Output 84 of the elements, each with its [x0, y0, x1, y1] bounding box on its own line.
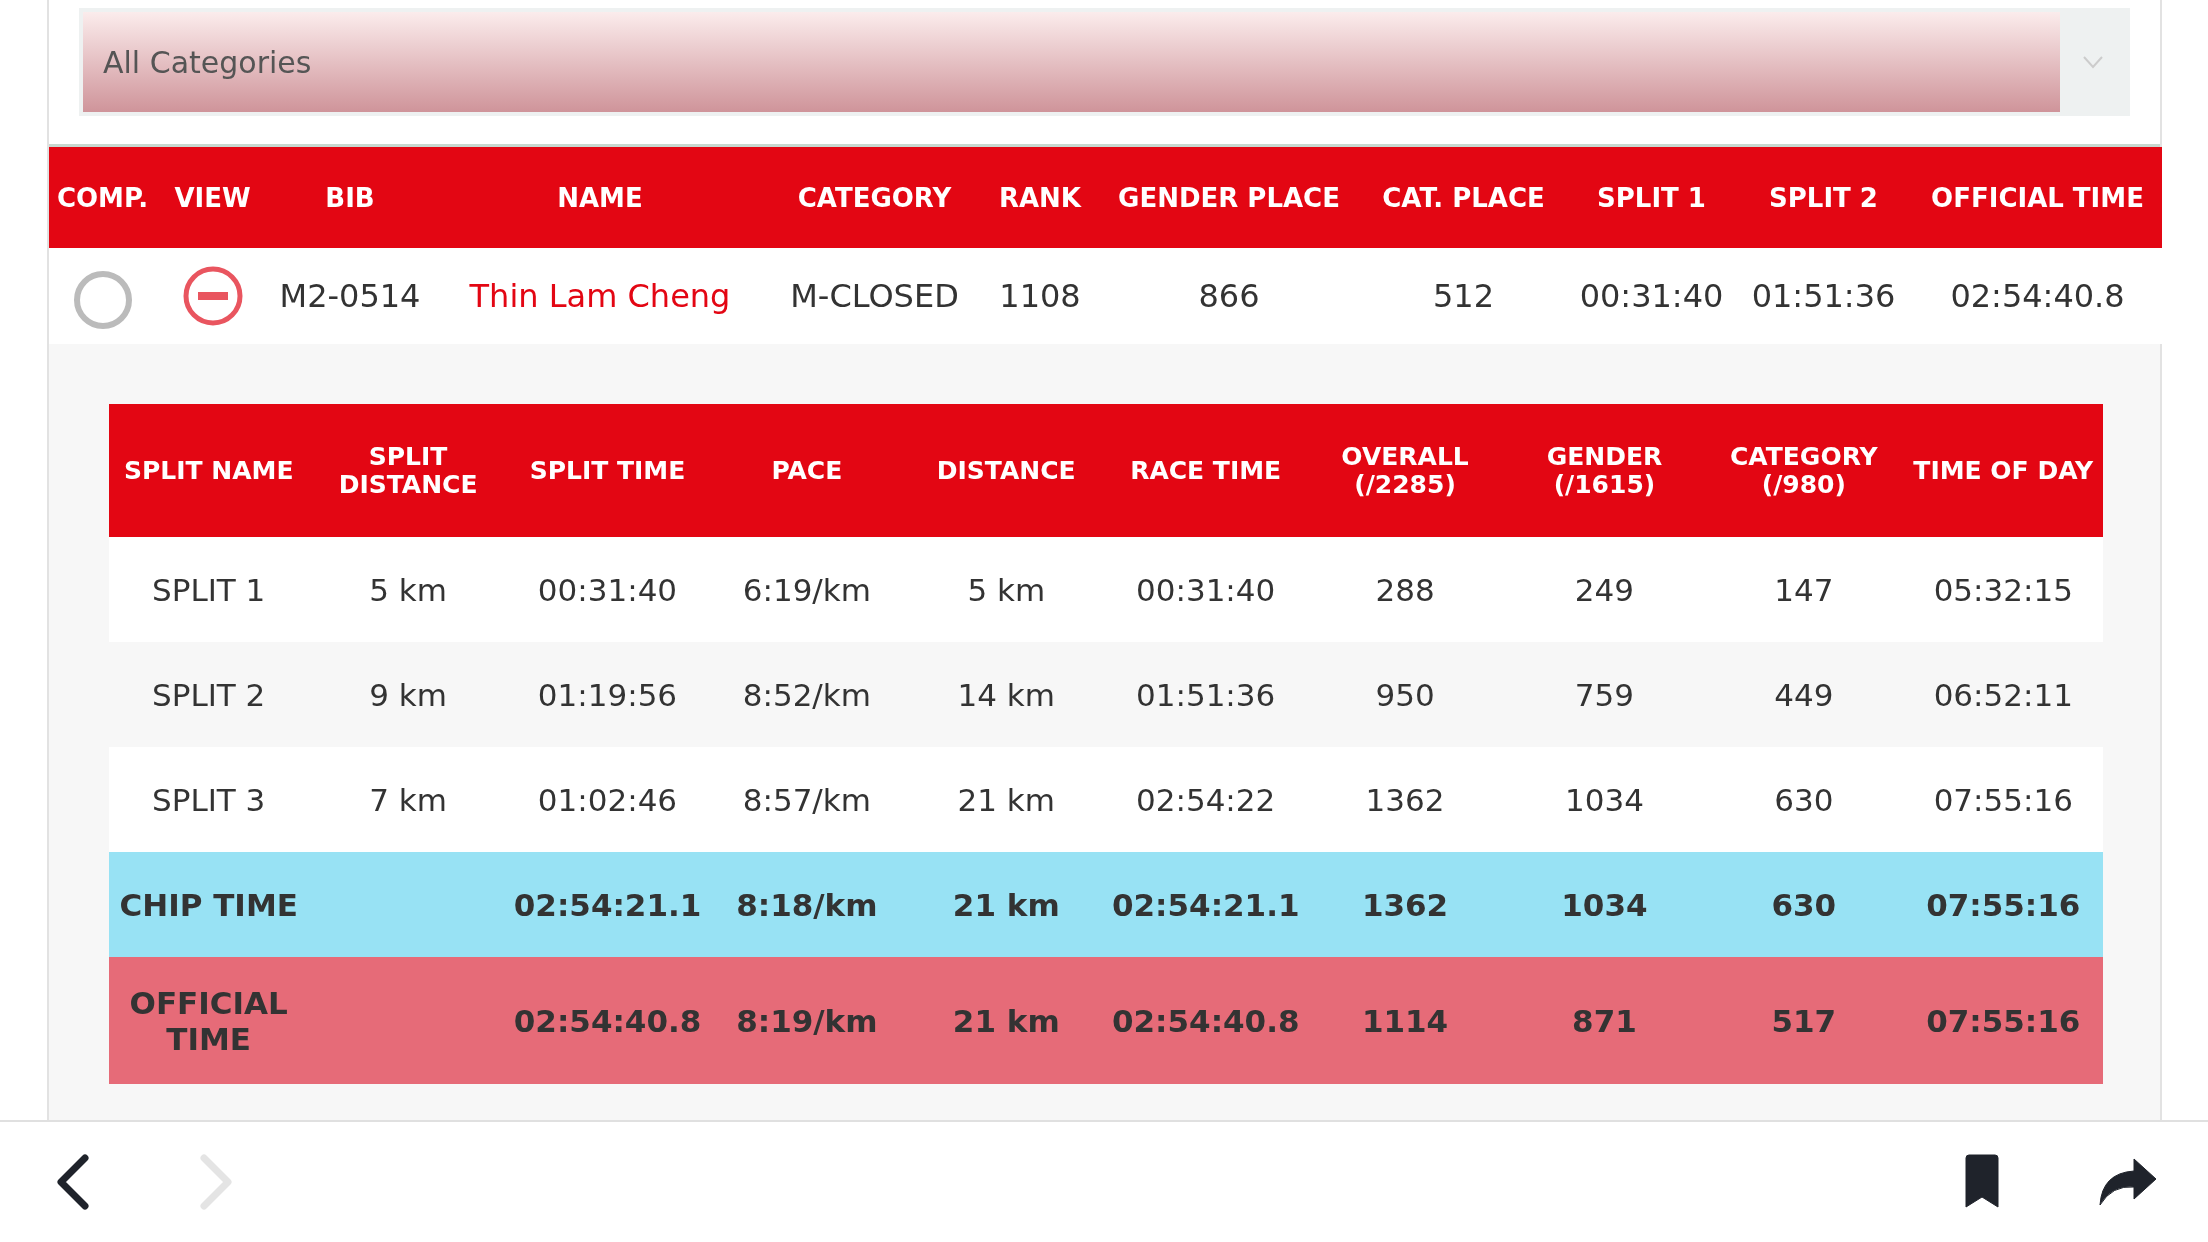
table-cell: 01:19:56 — [537, 676, 678, 713]
column-header: OVERALL (/2285) — [1305, 404, 1505, 537]
column-header: SPLIT TIME — [507, 404, 708, 537]
table-cell: 00:31:40 — [1569, 248, 1734, 344]
column-header: TIME OF DAY — [1903, 404, 2103, 537]
table-cell: 147 — [1774, 571, 1834, 608]
table-cell: 02:54:40.8 — [1913, 248, 2162, 344]
table-cell: 01:02:46 — [537, 781, 678, 818]
table-cell: 249 — [1574, 571, 1634, 608]
table-cell: 14 km — [957, 676, 1055, 713]
table-cell: 07:55:16 — [1926, 886, 2081, 923]
column-header: CATEGORY — [769, 147, 980, 248]
table-cell: 02:54:21.1 — [513, 886, 702, 923]
column-header: VIEW — [156, 147, 269, 248]
table-cell: CHIP TIME — [119, 886, 298, 923]
table-cell: 5 km — [967, 571, 1046, 608]
table-cell: 9 km — [369, 676, 447, 713]
table-cell: 1114 — [1361, 1002, 1449, 1039]
table-cell: 21 km — [957, 781, 1055, 818]
table-cell: 5 km — [369, 571, 447, 608]
table-cell: 950 — [1375, 676, 1435, 713]
column-header: SPLIT 2 — [1734, 147, 1913, 248]
table-cell: 01:51:36 — [1136, 676, 1276, 713]
column-header: NAME — [431, 147, 769, 248]
table-cell: 512 — [1358, 248, 1569, 344]
share-icon[interactable] — [2098, 1157, 2158, 1207]
table-cell: SPLIT 2 — [152, 676, 266, 713]
table-cell: 02:54:22 — [1136, 781, 1276, 818]
column-header: CATEGORY (/980) — [1704, 404, 1904, 537]
table-cell: 05:32:15 — [1933, 571, 2073, 608]
table-cell: M-CLOSED — [769, 248, 980, 344]
table-cell: 02:54:40.8 — [1111, 1002, 1300, 1039]
table-cell: 1108 — [980, 248, 1100, 344]
column-header: GENDER PLACE — [1100, 147, 1358, 248]
table-cell: 449 — [1774, 676, 1834, 713]
table-cell: 8:52/km — [742, 676, 871, 713]
column-header: PACE — [707, 404, 907, 537]
column-header: SPLIT 1 — [1569, 147, 1734, 248]
table-cell: 6:19/km — [742, 571, 871, 608]
table-cell: 630 — [1774, 781, 1834, 818]
table-cell: SPLIT 3 — [152, 781, 266, 818]
table-cell: 7 km — [369, 781, 447, 818]
compare-radio[interactable] — [72, 270, 133, 330]
collapse-icon[interactable] — [181, 265, 244, 327]
table-cell: 759 — [1574, 676, 1634, 713]
table-cell: 630 — [1771, 886, 1837, 923]
table-cell: 21 km — [952, 1002, 1060, 1039]
category-select[interactable]: All Categories — [79, 8, 2130, 116]
table-cell: 07:55:16 — [1926, 1002, 2081, 1039]
column-header: DISTANCE — [906, 404, 1106, 537]
table-cell: 517 — [1771, 1002, 1837, 1039]
table-cell: 1034 — [1564, 781, 1644, 818]
table-cell: 1362 — [1361, 886, 1449, 923]
table-cell: 1034 — [1561, 886, 1648, 923]
table-cell: 02:54:40.8 — [513, 1002, 702, 1039]
column-header: SPLIT DISTANCE — [308, 404, 508, 537]
table-cell: OFFICIAL TIME — [129, 984, 288, 1057]
column-header: COMP. — [49, 147, 156, 248]
runner-name-link[interactable]: Thin Lam Cheng — [431, 248, 769, 344]
back-icon[interactable] — [55, 1154, 91, 1210]
table-cell: 06:52:11 — [1933, 676, 2073, 713]
bookmark-icon[interactable] — [1963, 1154, 2001, 1210]
table-cell: M2-0514 — [269, 248, 431, 344]
table-cell: 288 — [1375, 571, 1435, 608]
table-cell: 8:19/km — [736, 1002, 878, 1039]
table-cell: 871 — [1572, 1002, 1637, 1039]
table-cell: 00:31:40 — [537, 571, 678, 608]
column-header: RANK — [980, 147, 1100, 248]
table-cell: 8:18/km — [736, 886, 878, 923]
column-header: RACE TIME — [1105, 404, 1306, 537]
column-header: GENDER (/1615) — [1504, 404, 1705, 537]
table-cell: 07:55:16 — [1933, 781, 2073, 818]
column-header: CAT. PLACE — [1358, 147, 1569, 248]
table-cell: 1362 — [1365, 781, 1445, 818]
table-cell: 00:31:40 — [1136, 571, 1276, 608]
table-cell: 01:51:36 — [1734, 248, 1913, 344]
table-cell: 866 — [1100, 248, 1358, 344]
table-cell: 8:57/km — [742, 781, 871, 818]
column-header: SPLIT NAME — [109, 404, 309, 537]
column-header: OFFICIAL TIME — [1913, 147, 2162, 248]
column-header: BIB — [269, 147, 431, 248]
table-cell: SPLIT 1 — [152, 571, 266, 608]
table-cell: 02:54:21.1 — [1111, 886, 1300, 923]
table-cell: 21 km — [952, 886, 1060, 923]
